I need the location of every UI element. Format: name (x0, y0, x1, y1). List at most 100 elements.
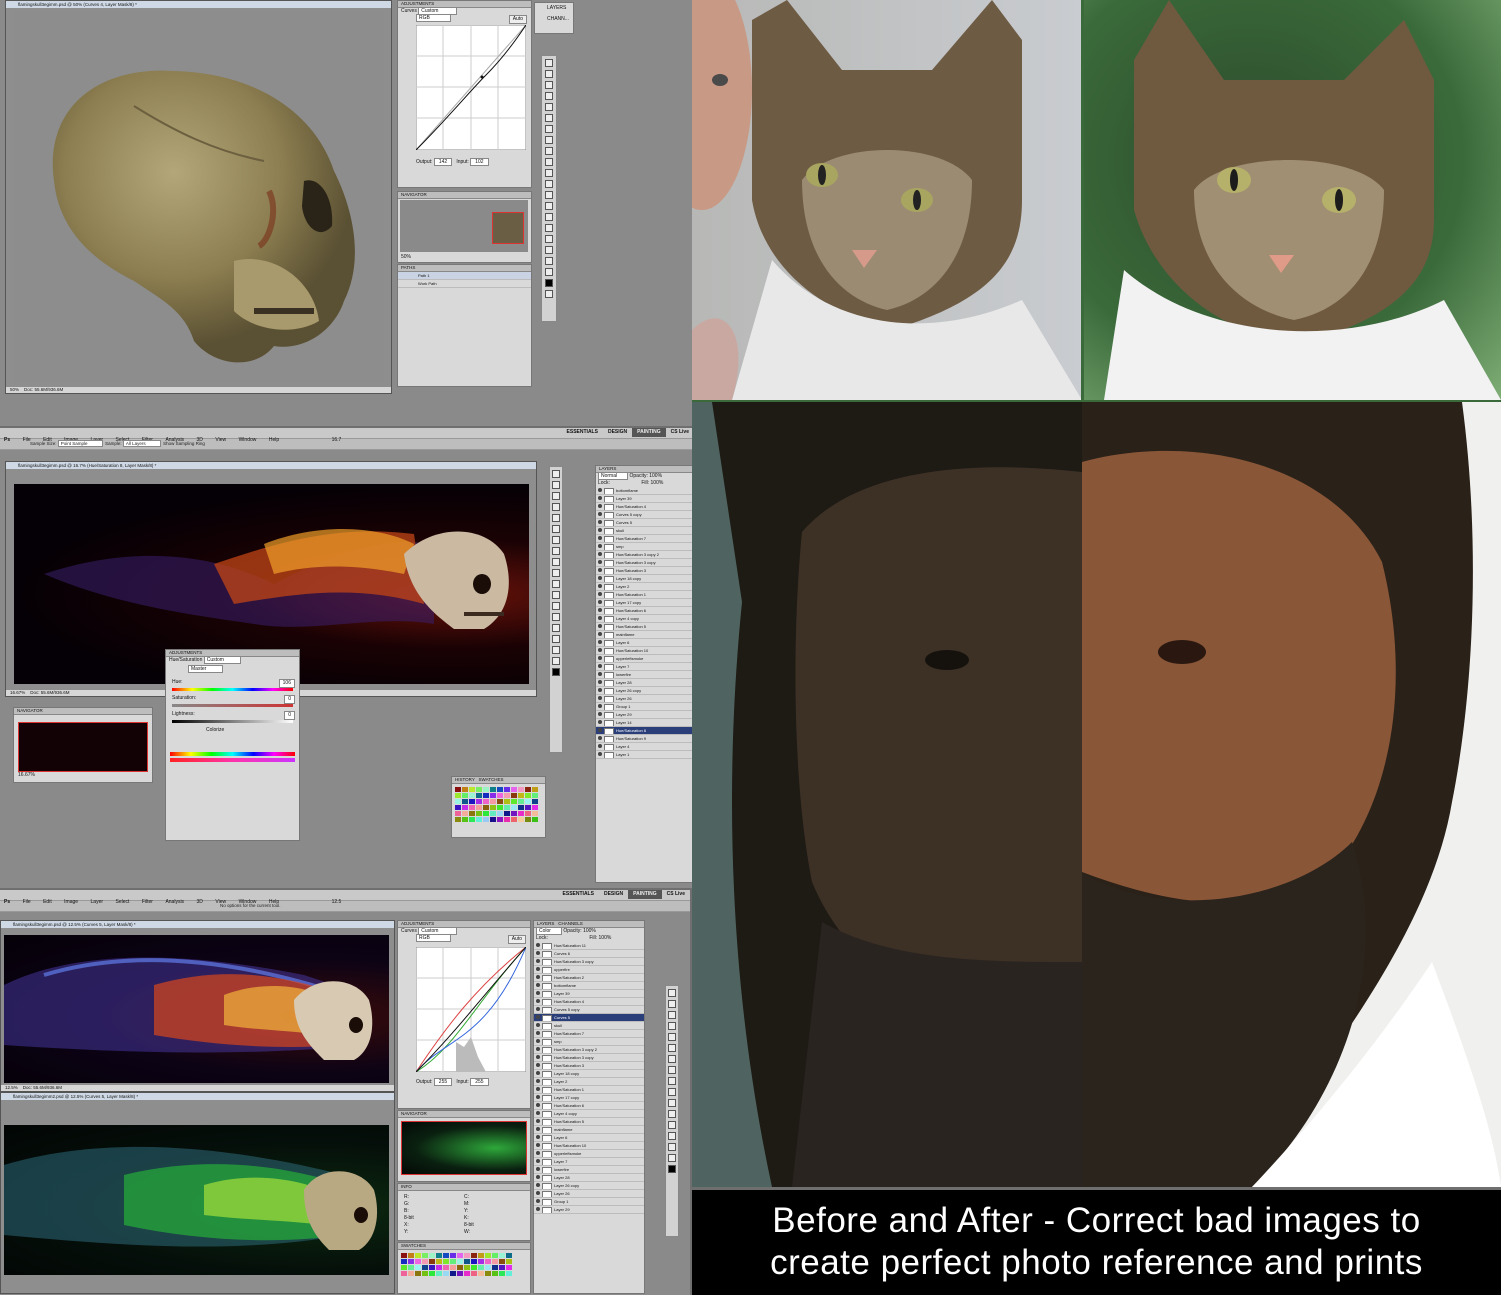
clone-stamp-tool-icon[interactable] (552, 558, 560, 566)
hand-tool-icon[interactable] (552, 646, 560, 654)
color-swatch[interactable] (518, 787, 524, 792)
visibility-eye-icon[interactable] (536, 943, 540, 947)
layer-row[interactable]: Hue/Saturation 7 (596, 535, 694, 543)
move-tool-icon[interactable] (545, 59, 553, 67)
color-swatch[interactable] (464, 1265, 470, 1270)
color-swatch[interactable] (506, 1265, 512, 1270)
color-swatch[interactable] (464, 1253, 470, 1258)
color-swatch[interactable] (436, 1271, 442, 1276)
color-swatch[interactable] (462, 805, 468, 810)
color-swatch[interactable] (476, 793, 482, 798)
color-swatch[interactable] (455, 799, 461, 804)
layer-row[interactable]: Hue/Saturation 3 (534, 1062, 644, 1070)
visibility-eye-icon[interactable] (536, 1015, 540, 1019)
eyedropper-tool-icon[interactable] (545, 114, 553, 122)
color-swatch[interactable] (499, 1259, 505, 1264)
color-swatch[interactable] (492, 1271, 498, 1276)
visibility-eye-icon[interactable] (536, 967, 540, 971)
zoom-level-menu[interactable]: 12.5 (328, 898, 346, 907)
color-swatch[interactable] (499, 1265, 505, 1270)
hue-saturation-preset[interactable]: Custom (203, 656, 241, 664)
color-swatch[interactable] (497, 799, 503, 804)
color-swatch[interactable] (506, 1271, 512, 1276)
color-swatch[interactable] (525, 811, 531, 816)
color-swatch[interactable] (504, 793, 510, 798)
workspace-essentials[interactable]: ESSENTIALS (558, 890, 599, 899)
visibility-eye-icon[interactable] (536, 1135, 540, 1139)
layer-row[interactable]: Layer 28 (596, 679, 694, 687)
color-swatch[interactable] (518, 805, 524, 810)
visibility-eye-icon[interactable] (536, 1039, 540, 1043)
visibility-eye-icon[interactable] (536, 951, 540, 955)
color-swatch[interactable] (457, 1265, 463, 1270)
color-swatch[interactable] (455, 787, 461, 792)
path-select-tool-icon[interactable] (545, 224, 553, 232)
middle-zoom-value[interactable]: 16.67% (10, 690, 25, 695)
history-brush-tool-icon[interactable] (545, 158, 553, 166)
layer-row[interactable]: Hue/Saturation 3 copy 2 (596, 551, 694, 559)
output-field[interactable]: 255 (433, 1078, 453, 1086)
visibility-eye-icon[interactable] (598, 504, 602, 508)
layer-row[interactable]: Layer 29 (534, 1206, 644, 1214)
visibility-eye-icon[interactable] (536, 1199, 540, 1203)
auto-button[interactable]: Auto (508, 15, 527, 24)
color-swatch[interactable] (518, 811, 524, 816)
color-swatch[interactable] (499, 1271, 505, 1276)
color-swatch[interactable] (490, 811, 496, 816)
color-swatch[interactable] (490, 817, 496, 822)
healing-tool-icon[interactable] (552, 536, 560, 544)
visibility-eye-icon[interactable] (598, 696, 602, 700)
color-swatch[interactable] (471, 1253, 477, 1258)
color-swatch[interactable] (462, 793, 468, 798)
menu-image[interactable]: Image (60, 898, 82, 907)
crop-tool-icon[interactable] (668, 1033, 676, 1041)
color-swatch[interactable] (471, 1259, 477, 1264)
layer-row[interactable]: Layer 26 (534, 1190, 644, 1198)
layers-collapsed-button[interactable]: LAYERS (535, 3, 573, 12)
color-swatch[interactable] (476, 817, 482, 822)
color-swatch[interactable] (476, 811, 482, 816)
visibility-eye-icon[interactable] (598, 600, 602, 604)
menu-3d[interactable]: 3D (193, 898, 207, 907)
layer-row[interactable]: Layer 28 (534, 1174, 644, 1182)
top-zoom-value[interactable]: 50% (10, 387, 19, 392)
menu-filter[interactable]: Filter (138, 898, 157, 907)
layer-row[interactable]: mainflame (534, 1126, 644, 1134)
marquee-tool-icon[interactable] (668, 1000, 676, 1008)
visibility-eye-icon[interactable] (598, 552, 602, 556)
bottom-navigator-preview[interactable] (401, 1121, 527, 1175)
color-swatch[interactable] (450, 1259, 456, 1264)
color-swatch[interactable] (525, 799, 531, 804)
shape-tool-icon[interactable] (668, 1132, 676, 1140)
lasso-tool-icon[interactable] (545, 81, 553, 89)
color-swatch[interactable] (429, 1253, 435, 1258)
color-swatch[interactable] (422, 1259, 428, 1264)
cs-live-button[interactable]: CS Live (662, 890, 690, 899)
color-swatch[interactable] (478, 1265, 484, 1270)
color-swatch[interactable] (525, 805, 531, 810)
color-swatch[interactable] (504, 799, 510, 804)
hand-tool-icon[interactable] (668, 1143, 676, 1151)
color-swatch[interactable] (476, 805, 482, 810)
history-tab[interactable]: HISTORY (455, 777, 475, 782)
layer-row[interactable]: Layer 26 copy (534, 1182, 644, 1190)
color-swatch[interactable] (476, 787, 482, 792)
color-swatch[interactable] (485, 1259, 491, 1264)
menu-window[interactable]: Window (235, 436, 261, 445)
input-field[interactable]: 255 (470, 1078, 489, 1086)
layer-row[interactable]: Layer 4 copy (596, 615, 694, 623)
color-swatch[interactable] (443, 1259, 449, 1264)
path-item[interactable]: Work Path (398, 280, 531, 288)
layer-row[interactable]: Layer 17 copy (596, 599, 694, 607)
layer-row[interactable]: Hue/Saturation 5 (534, 1118, 644, 1126)
layer-row[interactable]: bottomflame (596, 487, 694, 495)
color-swatch[interactable] (471, 1271, 477, 1276)
layer-row[interactable]: Layer 17 copy (534, 1094, 644, 1102)
layer-row[interactable]: lowerfire (534, 1166, 644, 1174)
output-field[interactable]: 142 (433, 158, 453, 166)
color-swatch[interactable] (511, 787, 517, 792)
visibility-eye-icon[interactable] (598, 736, 602, 740)
visibility-eye-icon[interactable] (598, 680, 602, 684)
zoom-tool-icon[interactable] (552, 657, 560, 665)
color-swatch[interactable] (525, 793, 531, 798)
